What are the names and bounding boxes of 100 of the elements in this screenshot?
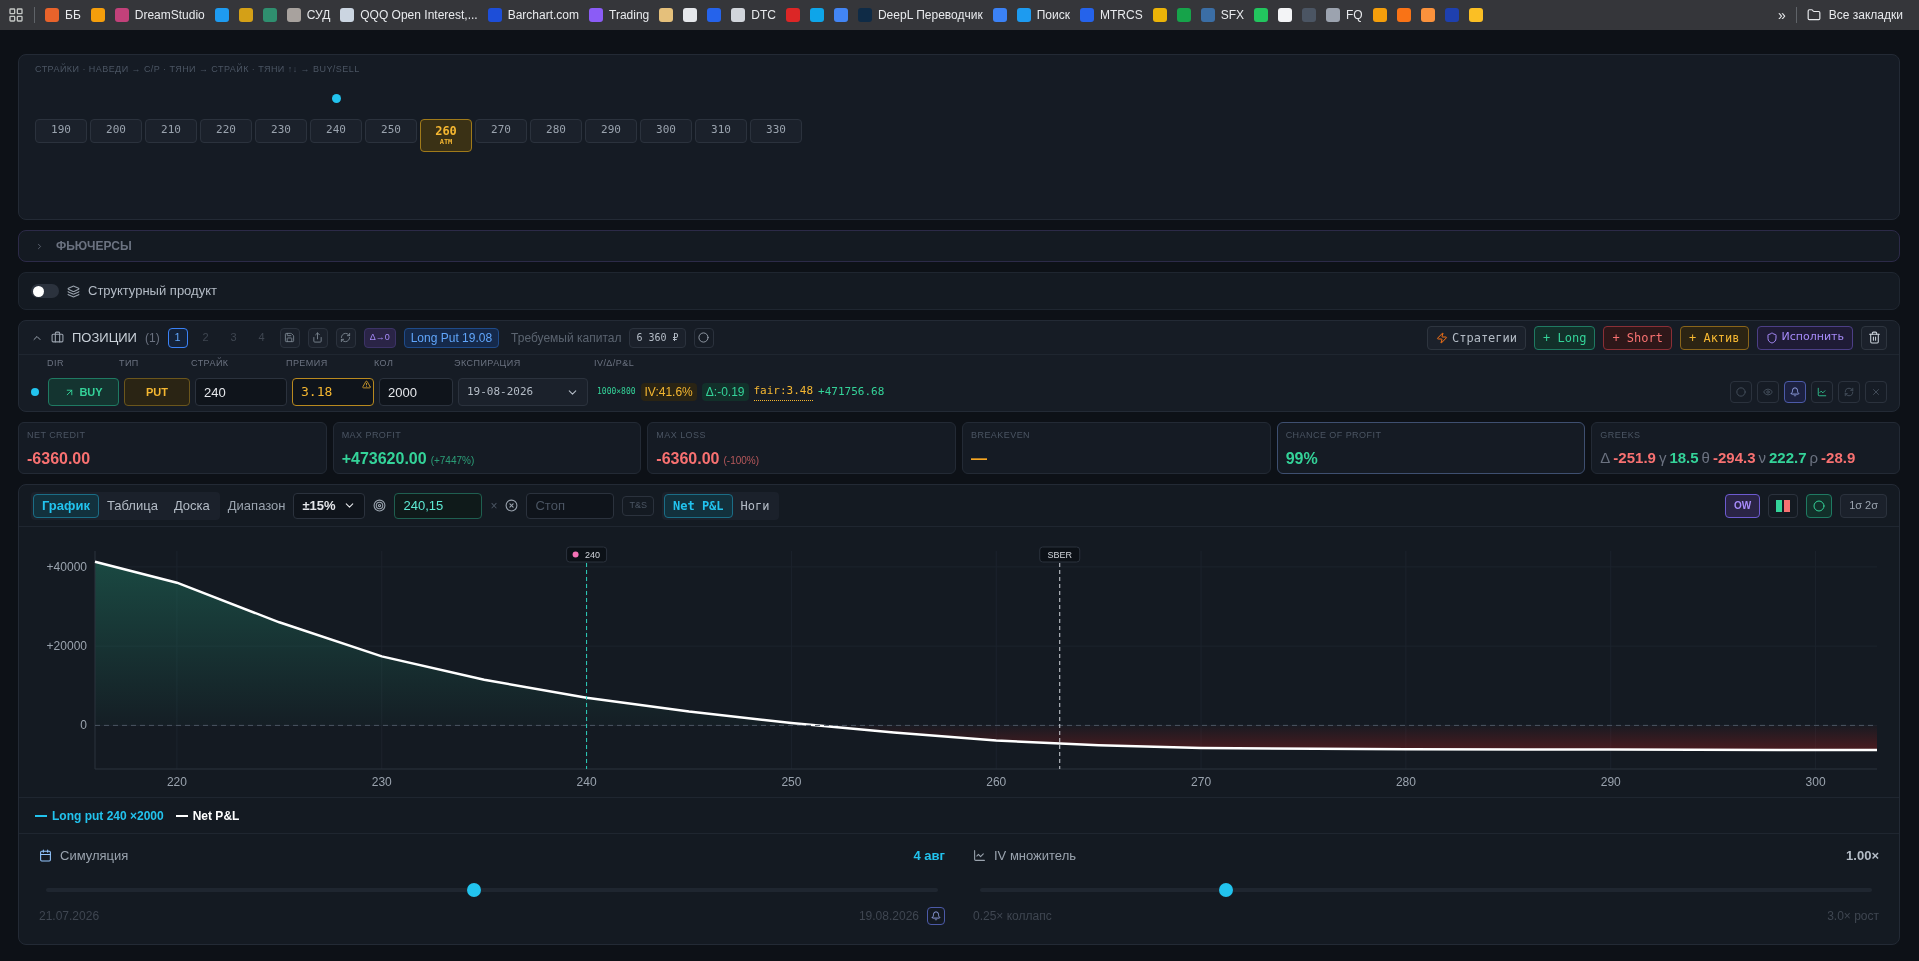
strike-button[interactable]: 220 bbox=[200, 118, 252, 143]
lightning-icon bbox=[1436, 331, 1448, 344]
bookmark[interactable]: Barchart.com bbox=[487, 6, 579, 24]
strike-field[interactable]: 240 bbox=[195, 378, 287, 406]
bookmark-icon[interactable] bbox=[1152, 8, 1167, 22]
bookmark-icon[interactable] bbox=[1468, 8, 1483, 22]
capital-value: 6 360 ₽ bbox=[629, 327, 686, 348]
strike-button[interactable]: 190 bbox=[35, 118, 87, 143]
save-icon[interactable] bbox=[279, 327, 300, 348]
view-tab[interactable]: Таблица bbox=[98, 493, 166, 518]
execute-button[interactable]: Исполнить bbox=[1756, 325, 1853, 350]
strike-button[interactable]: 240 bbox=[310, 118, 362, 143]
marker-label: 240 bbox=[566, 546, 608, 563]
greek-value: 18.5 bbox=[1669, 447, 1699, 468]
bookmark[interactable]: FQ bbox=[1326, 6, 1363, 24]
share-icon[interactable] bbox=[307, 327, 328, 348]
stop-icon bbox=[505, 499, 519, 512]
pnl-value: +471756.68 bbox=[818, 383, 885, 400]
bookmark-icon[interactable] bbox=[809, 8, 824, 22]
bookmark[interactable]: СУД bbox=[286, 6, 331, 24]
quantity-field[interactable]: 2000 bbox=[379, 378, 453, 406]
bookmark-icon[interactable] bbox=[1372, 8, 1387, 22]
bookmark-icon[interactable] bbox=[214, 8, 229, 22]
bookmark-icon[interactable] bbox=[90, 8, 105, 22]
strike-button[interactable]: 270 bbox=[475, 118, 527, 143]
bookmark-icon[interactable] bbox=[659, 8, 674, 22]
bookmark-label: QQQ Open Interest,... bbox=[360, 7, 478, 24]
bookmark-icon[interactable] bbox=[238, 8, 253, 22]
view-tab[interactable]: Доска bbox=[165, 493, 218, 518]
type-button[interactable]: PUT bbox=[124, 378, 190, 406]
strike-button[interactable]: 210 bbox=[145, 118, 197, 143]
futures-section[interactable]: ФЬЮЧЕРСЫ bbox=[18, 230, 1900, 262]
toggle-switch[interactable] bbox=[31, 284, 59, 298]
greek-symbol: θ bbox=[1701, 447, 1710, 468]
short-button[interactable]: + Short bbox=[1603, 325, 1672, 350]
bookmark-label: FQ bbox=[1346, 7, 1363, 24]
direction-button[interactable]: BUY bbox=[48, 378, 119, 406]
bookmark-label: СУД bbox=[306, 7, 331, 24]
bookmark[interactable]: Trading bbox=[589, 6, 650, 24]
stop-field[interactable]: Стоп bbox=[526, 492, 615, 519]
folder-icon bbox=[1806, 8, 1821, 22]
more-bookmarks-button[interactable]: » bbox=[1778, 4, 1786, 26]
metric-value: +473620.00 bbox=[341, 448, 427, 469]
bookmark[interactable]: QQQ Open Interest,... bbox=[340, 6, 478, 24]
bell-icon[interactable] bbox=[927, 906, 945, 925]
warning-icon bbox=[362, 380, 371, 389]
bookmark[interactable]: DeepL Переводчик bbox=[857, 6, 983, 24]
strike-button[interactable]: 250 bbox=[365, 118, 417, 143]
sigma-button[interactable]: 1σ 2σ bbox=[1840, 493, 1887, 518]
bookmark-label: Trading bbox=[609, 7, 650, 24]
slider-thumb[interactable] bbox=[1219, 882, 1234, 897]
x-tick-label: 280 bbox=[1395, 775, 1416, 789]
fair-price: fair:3.48 bbox=[753, 383, 814, 401]
strike-button[interactable]: 330 bbox=[750, 118, 802, 143]
view-tab[interactable]: График bbox=[33, 493, 99, 518]
metric-note: (-100%) bbox=[723, 453, 760, 468]
strike-button[interactable]: 200 bbox=[90, 118, 142, 143]
range-select[interactable]: ±15% bbox=[293, 492, 366, 519]
strike-button[interactable]: 290 bbox=[585, 118, 637, 143]
metric-value: -6360.00 bbox=[656, 448, 720, 469]
page-tab[interactable]: 1 bbox=[167, 327, 188, 348]
mode-tab[interactable]: Ноги bbox=[732, 493, 778, 518]
all-bookmarks-button[interactable]: Все закладки bbox=[1806, 6, 1911, 24]
strategies-button[interactable]: Стратегии bbox=[1427, 325, 1526, 350]
x-tick-label: 240 bbox=[576, 775, 597, 789]
bars-icon[interactable] bbox=[1768, 493, 1799, 518]
refresh-icon[interactable] bbox=[335, 327, 356, 348]
bookmark[interactable]: Поиск bbox=[1016, 6, 1070, 24]
slider-thumb[interactable] bbox=[467, 882, 482, 897]
mode-tab[interactable]: Net P&L bbox=[664, 493, 733, 518]
y-tick-label: +40000 bbox=[46, 559, 87, 574]
ref-line-label: 240 bbox=[585, 550, 601, 560]
target-price-field[interactable]: 240,15 bbox=[394, 492, 483, 519]
apps-icon[interactable] bbox=[8, 7, 24, 23]
bookmark-icon[interactable] bbox=[683, 8, 698, 22]
asset-button[interactable]: + Актив bbox=[1679, 325, 1749, 350]
strike-button[interactable]: 280 bbox=[530, 118, 582, 143]
strike-button[interactable]: 230 bbox=[255, 118, 307, 143]
greek-symbol: ρ bbox=[1809, 447, 1819, 468]
column-header: IV/Δ/P&L bbox=[593, 357, 636, 371]
strike-button[interactable]: 300 bbox=[640, 118, 692, 143]
bookmark[interactable]: SFX bbox=[1200, 6, 1244, 24]
bell-icon[interactable] bbox=[1784, 381, 1806, 403]
long-button[interactable]: + Long bbox=[1534, 325, 1596, 350]
bookmark-icon[interactable] bbox=[1396, 8, 1411, 22]
bookmark[interactable]: DreamStudio bbox=[114, 6, 205, 24]
premium-field[interactable]: 3.18 bbox=[292, 378, 374, 406]
column-header: ТИП bbox=[118, 357, 140, 371]
greek-value: -294.3 bbox=[1712, 447, 1756, 468]
expiration-select[interactable]: 19-08-2026 bbox=[458, 378, 588, 406]
ow-button[interactable]: OW bbox=[1724, 493, 1761, 518]
delete-button[interactable] bbox=[1861, 325, 1887, 350]
capital-label: Требуемый капитал bbox=[511, 329, 622, 347]
bookmark-icon[interactable] bbox=[1420, 8, 1435, 22]
strike-button[interactable]: 310 bbox=[695, 118, 747, 143]
bookmark[interactable]: ББ bbox=[45, 6, 81, 24]
bookmark[interactable]: MTRCS bbox=[1079, 6, 1143, 24]
bookmark[interactable]: DTC bbox=[731, 6, 776, 24]
delta-neutral-badge[interactable]: Δ→0 bbox=[363, 327, 396, 348]
y-tick-label: +20000 bbox=[46, 639, 87, 654]
